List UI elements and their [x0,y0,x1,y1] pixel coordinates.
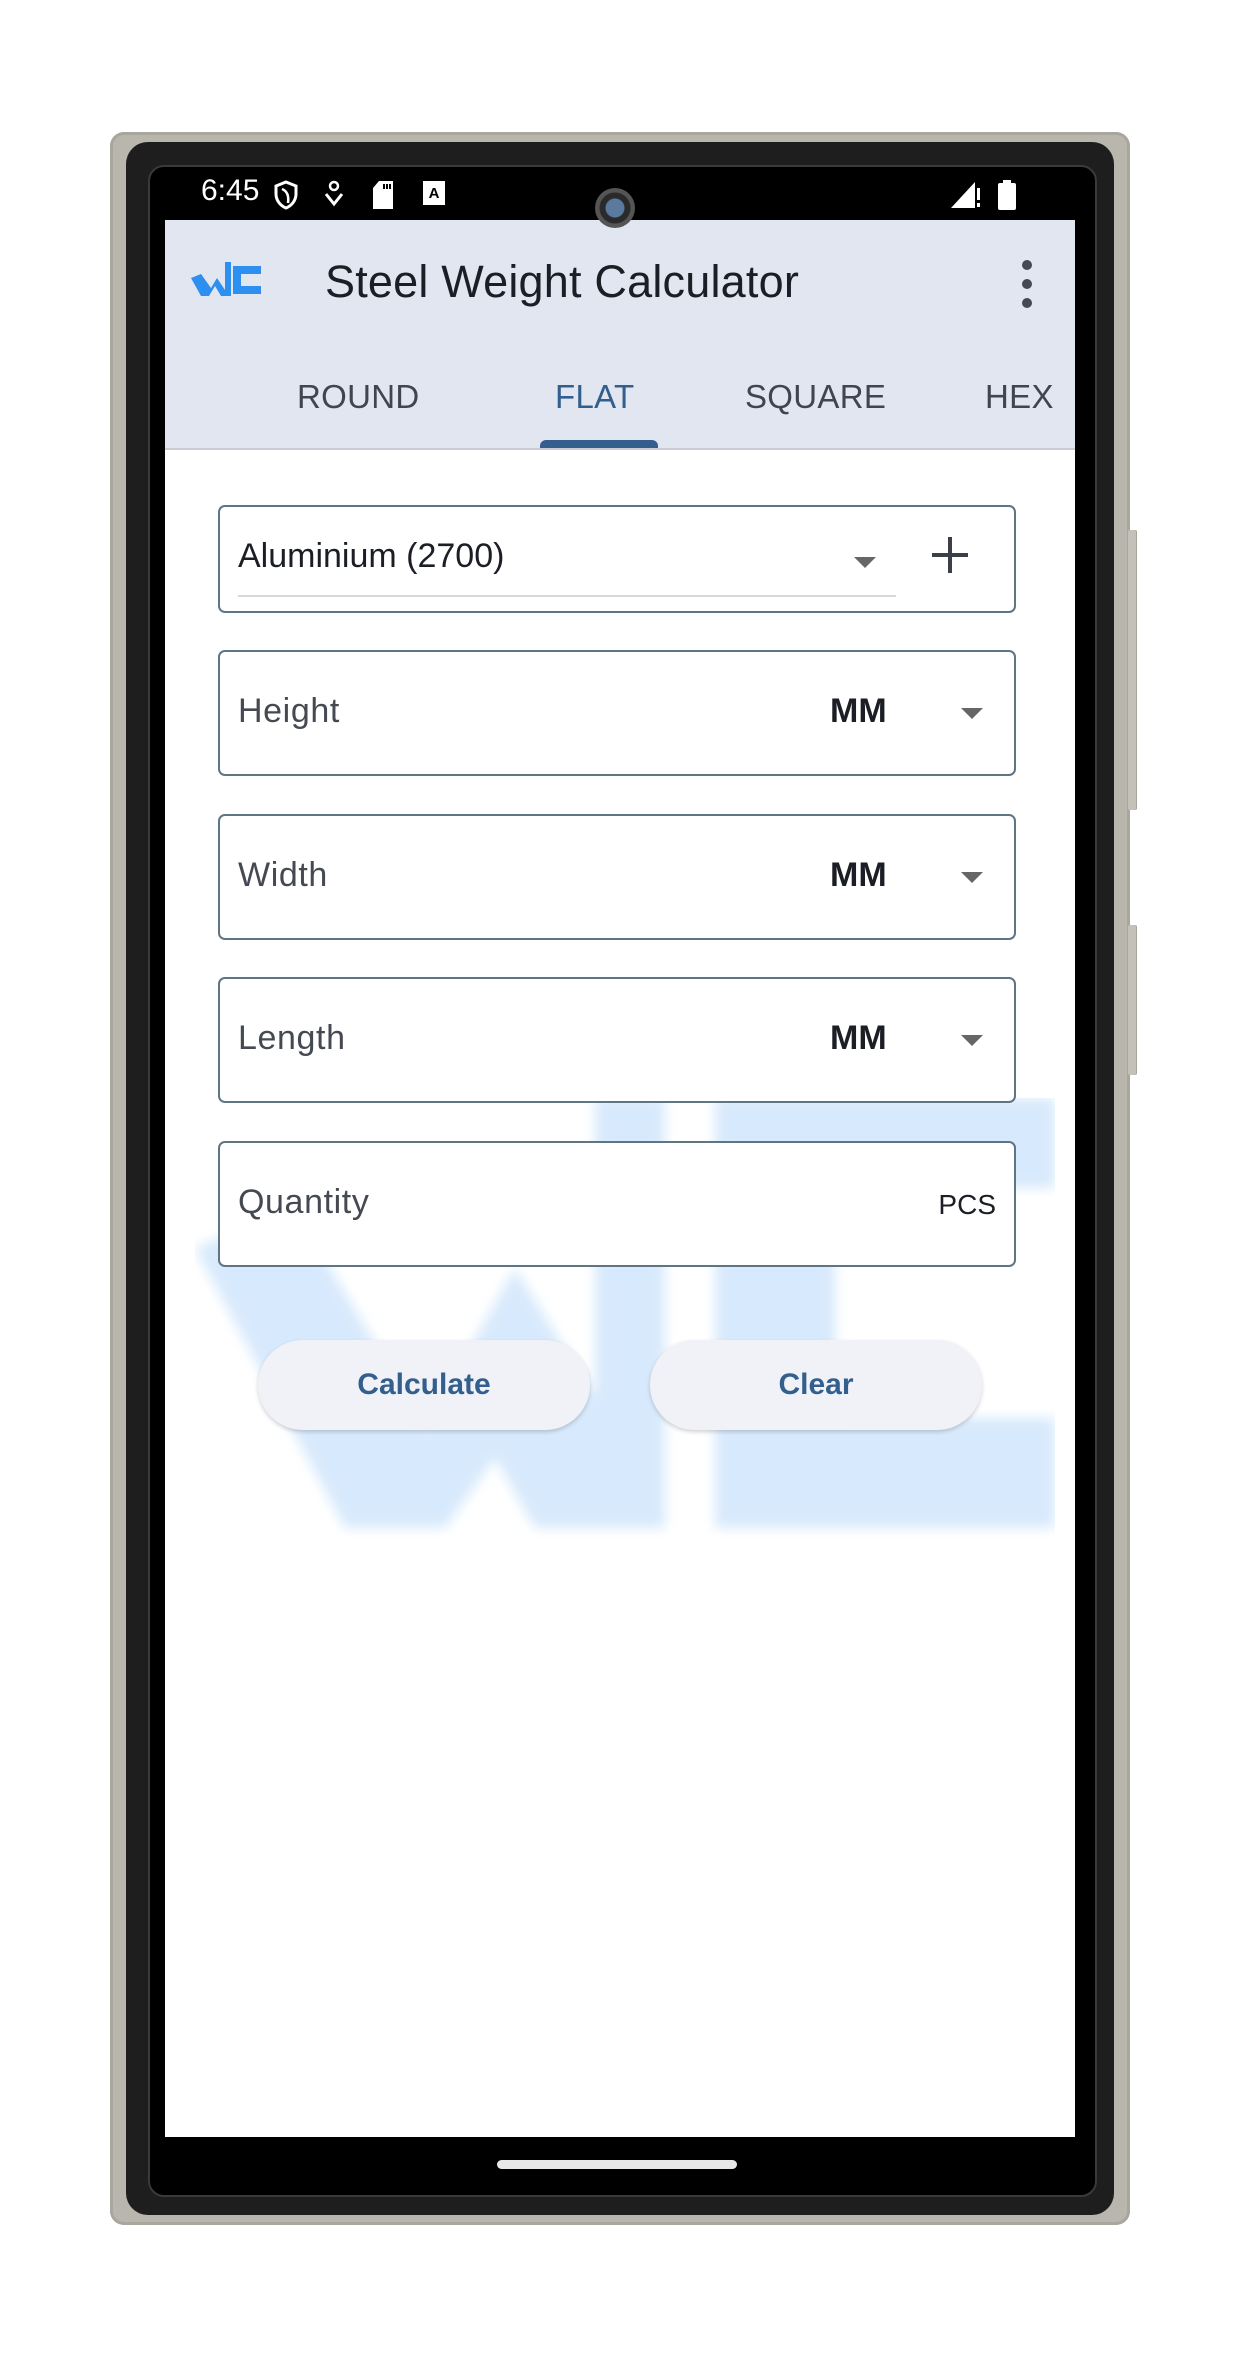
height-input-label: Height [238,692,340,730]
quantity-field[interactable]: Quantity PCS [218,1141,1016,1267]
tab-square[interactable]: SQUARE [745,378,886,416]
more-vert-icon-dot [1022,298,1032,308]
shape-tabs: ROUND FLAT SQUARE HEX [165,348,1075,448]
more-vert-icon-dot [1022,279,1032,289]
font-a-icon: A [423,181,445,205]
gesture-nav-handle[interactable] [497,2160,737,2169]
length-unit-select[interactable]: MM [830,1019,887,1058]
more-vert-icon [1022,260,1032,270]
material-dropdown-underline [238,595,896,597]
height-unit-arrow-icon[interactable] [961,708,983,719]
volume-button [1128,530,1136,810]
length-input-label: Length [238,1019,346,1057]
screen: 6:45 A Steel Weight Calculator ROUND FLA… [165,168,1075,2137]
quantity-suffix: PCS [938,1189,996,1220]
height-unit-select[interactable]: MM [830,692,887,731]
app-title: Steel Weight Calculator [325,256,800,307]
tab-round[interactable]: ROUND [297,378,420,416]
width-field[interactable]: Width MM [218,814,1016,940]
shield-icon [274,180,298,210]
more-options-button[interactable] [1015,260,1039,308]
add-material-button[interactable] [920,525,980,585]
clear-button[interactable]: Clear [650,1340,982,1430]
length-unit-arrow-icon[interactable] [961,1035,983,1046]
svg-text:A: A [429,185,440,202]
width-unit-select[interactable]: MM [830,856,887,895]
power-button [1128,925,1136,1075]
length-field[interactable]: Length MM [218,977,1016,1103]
height-field[interactable]: Height MM [218,650,1016,776]
quantity-input-label: Quantity [238,1183,370,1221]
accessibility-heart-icon [324,180,344,207]
tab-flat[interactable]: FLAT [555,378,634,416]
tab-hex[interactable]: HEX [985,378,1054,416]
sd-card-icon [373,181,393,209]
active-tab-indicator [540,440,658,448]
app-logo-icon [191,262,261,296]
material-field: Aluminium (2700) [218,505,1016,613]
status-time: 6:45 [201,174,260,207]
calculate-button[interactable]: Calculate [258,1340,590,1430]
signal-no-data-icon [951,182,980,208]
width-unit-arrow-icon[interactable] [961,872,983,883]
app-bar: Steel Weight Calculator ROUND FLAT SQUAR… [165,220,1075,450]
front-camera [595,188,635,228]
material-dropdown[interactable]: Aluminium (2700) [238,537,504,576]
battery-full-icon [998,180,1016,210]
width-input-label: Width [238,856,328,894]
material-dropdown-arrow-icon[interactable] [854,557,876,568]
